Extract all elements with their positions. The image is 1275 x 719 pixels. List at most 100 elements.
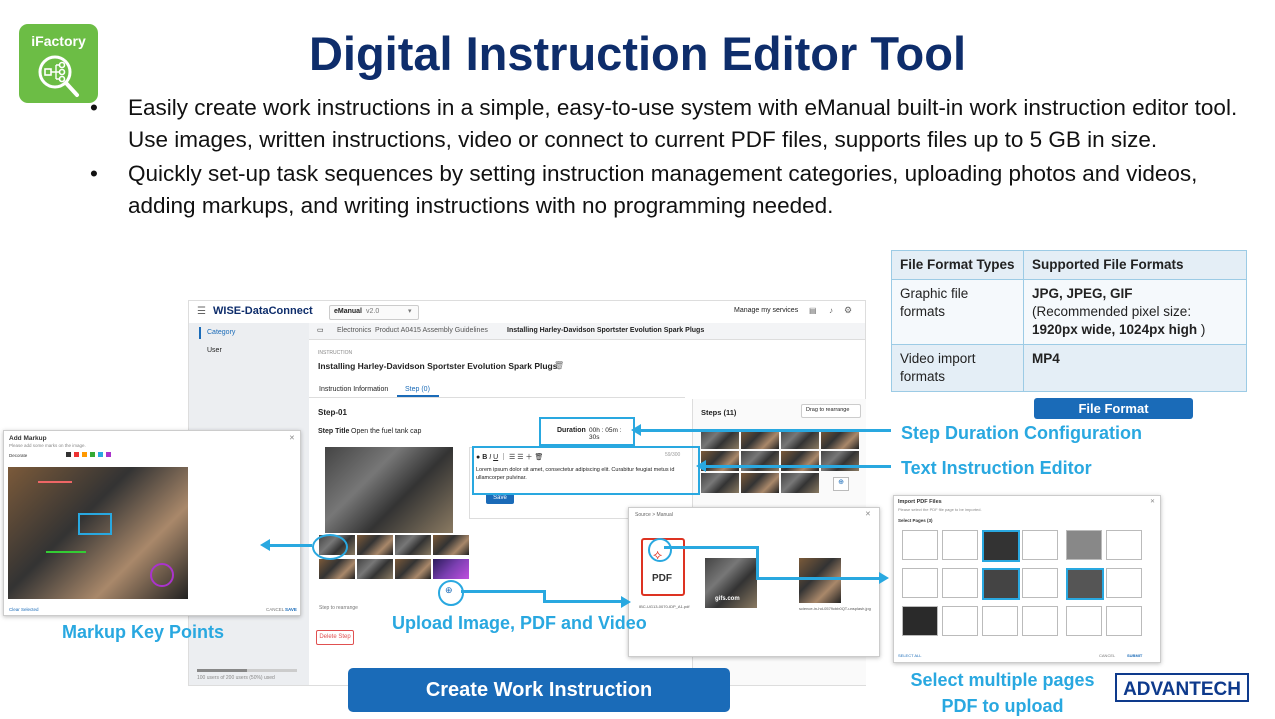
thumbnail[interactable] (395, 535, 431, 555)
color-swatch[interactable] (66, 452, 71, 457)
chart-icon[interactable]: ▤ (809, 306, 817, 315)
step-thumbnail[interactable] (781, 429, 819, 449)
pdf-page[interactable] (1106, 568, 1142, 598)
pdf-page[interactable] (942, 568, 978, 598)
step-thumbnail[interactable] (741, 473, 779, 493)
module-select[interactable]: eManual v2.0 ▾ (329, 305, 419, 320)
tab-step[interactable]: Step (0) (405, 386, 430, 393)
step-thumbnail[interactable] (781, 451, 819, 471)
advantech-logo: ADVANTECH (1115, 673, 1249, 702)
step-title-value[interactable]: Open the fuel tank cap (351, 428, 421, 435)
pdf-connector (756, 577, 881, 580)
thumbnail[interactable] (433, 559, 469, 579)
breadcrumb: ▭ Electronics Product A0415 Assembly Gui… (309, 323, 865, 340)
format-list: JPG, JPEG, GIF (1032, 286, 1133, 301)
pdf-page[interactable] (902, 606, 938, 636)
thumbnail[interactable] (433, 535, 469, 555)
step-thumbnail[interactable] (741, 429, 779, 449)
pdf-page[interactable] (1022, 530, 1058, 560)
create-work-instruction-button[interactable]: Create Work Instruction (348, 668, 730, 712)
pdf-page[interactable] (942, 606, 978, 636)
delete-step-button[interactable]: Delete Step (316, 630, 354, 645)
select-all-link[interactable]: SELECT ALL (898, 653, 922, 658)
pdf-connector (756, 546, 759, 579)
thumbnail[interactable] (395, 559, 431, 579)
thumbnail[interactable] (357, 535, 393, 555)
pdf-page[interactable] (982, 606, 1018, 636)
sidebar-item-category[interactable]: Category (207, 329, 235, 336)
step-thumbnail[interactable] (701, 451, 739, 471)
markup-save-button[interactable]: SAVE (285, 607, 297, 612)
photo-file-thumb[interactable] (799, 558, 841, 603)
thumbnail[interactable] (319, 559, 355, 579)
markup-line[interactable] (38, 481, 72, 483)
pdf-page[interactable] (1022, 606, 1058, 636)
markup-circle[interactable] (150, 563, 174, 587)
pdf-page[interactable] (1022, 568, 1058, 598)
trash-icon[interactable]: 🗑 (554, 361, 564, 370)
step-thumbnail[interactable] (701, 473, 739, 493)
bell-icon[interactable]: ♪ (829, 306, 833, 315)
thumbnail[interactable] (357, 559, 393, 579)
color-swatch[interactable] (106, 452, 111, 457)
step-thumbnail[interactable] (821, 451, 859, 471)
step-main-image[interactable] (325, 447, 453, 533)
pdf-cancel-button[interactable]: CANCEL (1099, 653, 1115, 658)
file-format-button[interactable]: File Format (1034, 398, 1193, 419)
gear-icon[interactable]: ⚙ (844, 305, 852, 316)
upload-connector (461, 590, 546, 593)
pdf-page-selected[interactable] (982, 530, 1020, 562)
pdf-page[interactable] (1066, 530, 1102, 560)
folder-icon: ▭ (317, 327, 324, 334)
pdf-page[interactable] (1106, 530, 1142, 560)
pdf-page-selected[interactable] (1066, 568, 1104, 600)
pdf-page[interactable] (942, 530, 978, 560)
duration-label: Duration (557, 427, 586, 434)
table-cell: JPG, JPEG, GIF (Recommended pixel size: … (1023, 279, 1247, 345)
color-swatch[interactable] (98, 452, 103, 457)
markup-line[interactable] (46, 551, 86, 553)
table-row: Graphic file formats JPG, JPEG, GIF (Rec… (891, 279, 1247, 345)
markup-image[interactable] (8, 467, 188, 599)
breadcrumb-item[interactable]: Electronics (337, 327, 371, 334)
breadcrumb-item[interactable]: Product A0415 Assembly Guidelines (375, 327, 488, 334)
step-thumbnail[interactable] (701, 429, 739, 449)
pdf-dialog-title: Import PDF Files (898, 499, 942, 505)
step-thumbnail[interactable] (741, 451, 779, 471)
pdf-submit-button[interactable]: SUBMIT (1127, 653, 1142, 658)
table-cell: Video import formats (891, 344, 1024, 392)
drag-rearrange-label: Drag to rearrange (806, 407, 850, 413)
pdf-callout-line1: Select multiple pages (910, 670, 1095, 690)
markup-rectangle[interactable] (78, 513, 112, 535)
drag-rearrange-button[interactable]: Drag to rearrange (801, 404, 861, 418)
pdf-page[interactable] (1066, 606, 1102, 636)
bullet-item: Easily create work instructions in a sim… (90, 92, 1260, 156)
add-step-icon[interactable]: ⊕ (833, 477, 849, 491)
pdf-page[interactable] (902, 530, 938, 560)
instruction-heading: Installing Harley-Davidson Sportster Evo… (318, 361, 558, 371)
markup-cancel-button[interactable]: CANCEL (266, 607, 284, 612)
step-thumbnail[interactable] (821, 429, 859, 449)
color-swatch[interactable] (90, 452, 95, 457)
arrow-left-icon (696, 460, 706, 472)
upload-icon[interactable]: ⊕ (445, 585, 453, 596)
tab-instruction-information[interactable]: Instruction Information (319, 386, 388, 393)
sidebar-active-marker (199, 327, 201, 339)
color-swatch[interactable] (74, 452, 79, 457)
step-thumbnail[interactable] (781, 473, 819, 493)
close-icon[interactable]: ✕ (289, 434, 295, 442)
menu-icon[interactable]: ☰ (197, 306, 206, 317)
close-icon[interactable]: ✕ (1150, 498, 1155, 505)
pdf-page[interactable] (902, 568, 938, 598)
sidebar-item-user[interactable]: User (207, 347, 222, 354)
clear-selected-link[interactable]: Clear Selected (9, 607, 39, 612)
duration-value[interactable]: 00h : 05m : 30s (589, 427, 633, 441)
close-icon[interactable]: ✕ (865, 510, 871, 518)
video-file-thumb[interactable]: gifs.com (705, 558, 757, 608)
pdf-page[interactable] (1106, 606, 1142, 636)
photo-file-name: science-in-hd-0579cbb0QT-unsplash.jpg (799, 606, 871, 611)
pdf-page-selected[interactable] (982, 568, 1020, 600)
manage-services-link[interactable]: Manage my services (734, 307, 798, 314)
color-swatch[interactable] (82, 452, 87, 457)
app-topbar: ☰ WISE-DataConnect eManual v2.0 ▾ Manage… (189, 301, 865, 324)
